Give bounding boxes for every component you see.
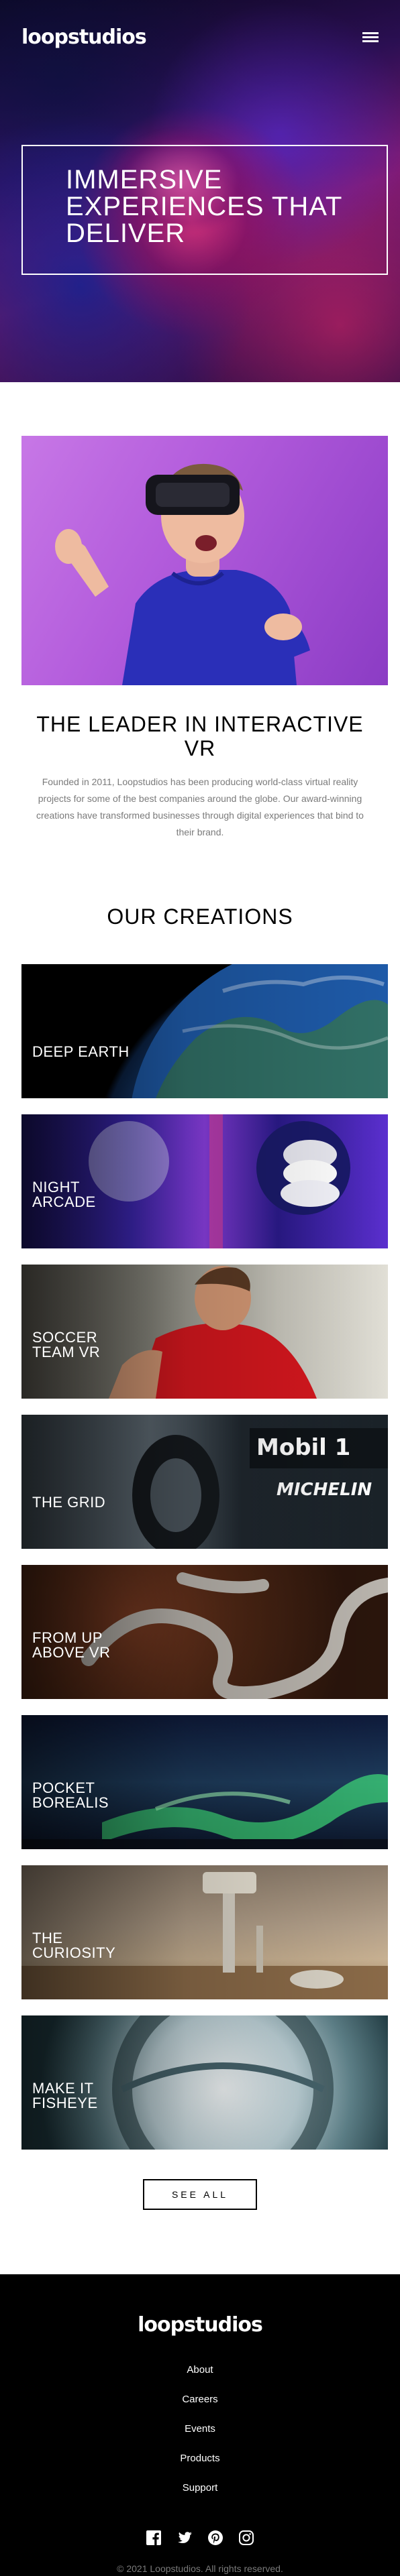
about-text: Founded in 2011, Loopstudios has been pr… [36, 776, 364, 837]
site-footer: loopstudios About Careers Events Product… [0, 2274, 400, 2576]
hero-title-box: Immersive experiences that deliver [21, 145, 388, 275]
card-title: The Curiosity [32, 1930, 116, 1961]
footer-nav-careers[interactable]: Careers [0, 2385, 400, 2414]
footer-nav-about[interactable]: About [0, 2355, 400, 2385]
facebook-icon[interactable] [146, 2530, 162, 2546]
card-title: The Grid [32, 1494, 106, 1511]
creation-card-the-curiosity[interactable]: The Curiosity [21, 1865, 388, 1999]
hero-section: loopstudios Immersive experiences that d… [0, 0, 400, 382]
card-title: Night Arcade [32, 1179, 96, 1210]
creations-section: Our creations Deep Earth Night Arcade [0, 841, 400, 2274]
card-title: Deep Earth [32, 1043, 130, 1060]
logo[interactable]: loopstudios [21, 25, 147, 49]
twitter-icon[interactable] [177, 2530, 193, 2546]
creation-card-deep-earth[interactable]: Deep Earth [21, 964, 388, 1098]
site-header: loopstudios [21, 25, 379, 49]
vr-person-illustration [55, 463, 310, 685]
hamburger-menu-icon[interactable] [362, 32, 379, 43]
footer-nav-support[interactable]: Support [0, 2473, 400, 2503]
vr-person-image [21, 436, 388, 685]
pinterest-icon[interactable] [207, 2530, 223, 2546]
hero-title: Immersive experiences that deliver [66, 165, 342, 248]
instagram-icon[interactable] [238, 2530, 254, 2546]
copyright-text: © 2021 Loopstudios. All rights reserved. [117, 2563, 283, 2574]
footer-nav: About Careers Events Products Support [0, 2355, 400, 2503]
creations-title: Our creations [107, 904, 293, 929]
creation-card-make-it-fisheye[interactable]: Make It Fisheye [21, 2015, 388, 2150]
card-title: From Up Above VR [32, 1629, 111, 1661]
card-title: Make It Fisheye [32, 2080, 98, 2111]
creation-card-from-up-above-vr[interactable]: From Up Above VR [21, 1565, 388, 1699]
card-title: Pocket Borealis [32, 1779, 109, 1811]
creation-card-soccer-team-vr[interactable]: Soccer Team VR [21, 1265, 388, 1399]
creation-card-the-grid[interactable]: Mobil 1 MICHELIN The Grid [21, 1415, 388, 1549]
about-section: The leader in interactive VR Founded in … [0, 382, 400, 841]
creation-card-pocket-borealis[interactable]: Pocket Borealis [21, 1715, 388, 1849]
footer-logo[interactable]: loopstudios [138, 2313, 263, 2337]
card-title: Soccer Team VR [32, 1329, 101, 1360]
see-all-button[interactable]: See all [143, 2179, 257, 2210]
about-title: The leader in interactive VR [36, 712, 364, 760]
creation-card-night-arcade[interactable]: Night Arcade [21, 1114, 388, 1248]
footer-nav-events[interactable]: Events [0, 2414, 400, 2444]
footer-nav-products[interactable]: Products [0, 2444, 400, 2473]
social-links [0, 2530, 400, 2546]
